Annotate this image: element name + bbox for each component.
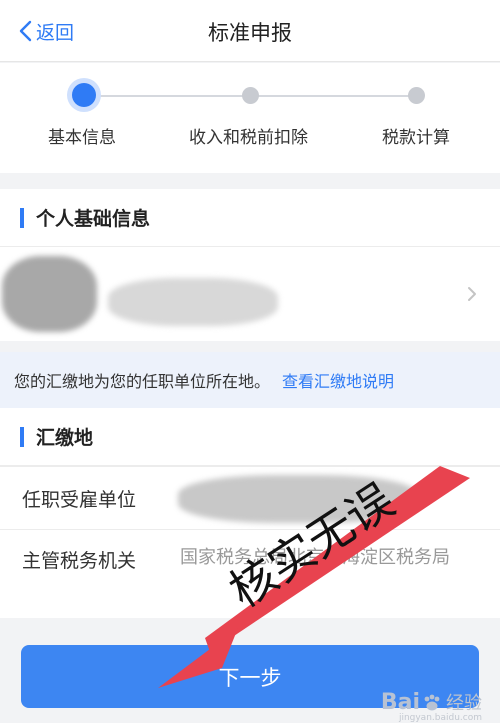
chevron-right-icon — [468, 287, 476, 301]
step-dot-basic-info — [72, 83, 96, 107]
remit-header: 汇缴地 — [0, 408, 500, 466]
step-dot-tax-calc — [408, 87, 425, 104]
watermark-url: jingyan.baidu.com — [398, 713, 482, 723]
notice-text: 您的汇缴地为您的任职单位所在地。 — [14, 372, 271, 391]
employer-row[interactable]: 任职受雇单位 — [0, 466, 500, 529]
step-connector — [84, 95, 250, 97]
step-label-basic-info: 基本信息 — [48, 128, 116, 148]
remit-info-link[interactable]: 查看汇缴地说明 — [282, 368, 394, 392]
personal-info-row[interactable] — [0, 248, 500, 341]
personal-info-title: 个人基础信息 — [36, 208, 151, 230]
step-dot-income — [242, 87, 259, 104]
personal-info-section: 个人基础信息 — [0, 189, 500, 341]
employer-label: 任职受雇单位 — [22, 489, 137, 511]
tax-authority-label: 主管税务机关 — [22, 550, 137, 572]
personal-info-header: 个人基础信息 — [0, 189, 500, 247]
watermark-text: 经验 — [446, 693, 482, 714]
section-accent-bar — [20, 207, 24, 228]
redacted-name — [2, 256, 97, 332]
step-label-income: 收入和税前扣除 — [189, 128, 308, 148]
redacted-id — [108, 278, 278, 326]
section-accent-bar — [20, 426, 24, 447]
step-progress: 基本信息 收入和税前扣除 税款计算 — [0, 63, 500, 173]
step-connector — [250, 95, 416, 97]
remit-title: 汇缴地 — [36, 427, 94, 449]
step-label-tax-calc: 税款计算 — [382, 128, 450, 148]
nav-bar: 返回 标准申报 — [0, 0, 500, 62]
paw-icon — [422, 693, 442, 713]
page-title: 标准申报 — [208, 21, 292, 45]
remit-notice: 您的汇缴地为您的任职单位所在地。 查看汇缴地说明 — [0, 352, 500, 408]
watermark-brand: Bai — [380, 690, 420, 715]
baidu-watermark: Bai 经验 jingyan.baidu.com — [380, 689, 482, 723]
